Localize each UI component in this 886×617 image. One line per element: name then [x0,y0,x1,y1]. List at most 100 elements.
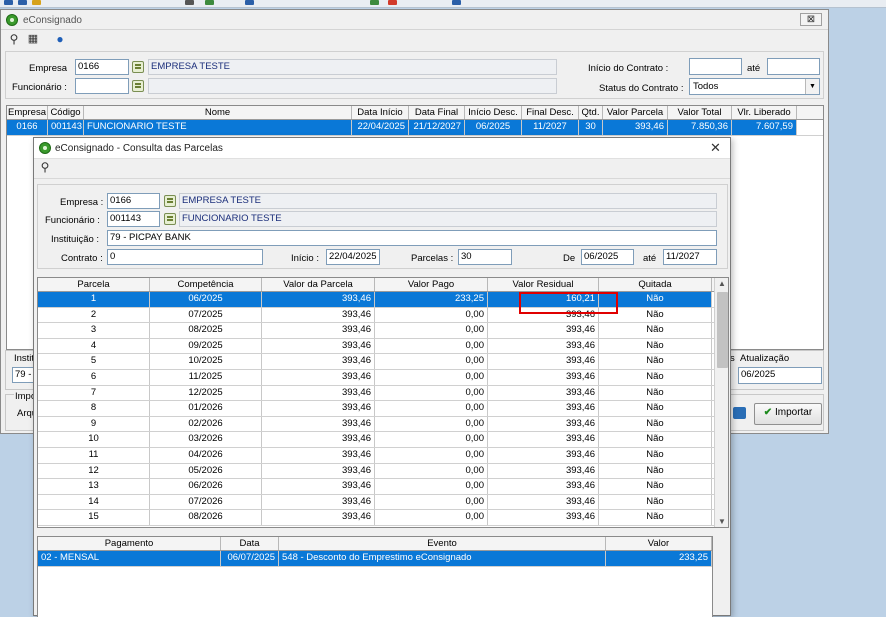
column-header[interactable]: Evento [279,537,606,550]
de-input[interactable]: 06/2025 [581,249,634,265]
column-header[interactable]: Valor Pago [375,278,488,291]
column-header[interactable]: Valor da Parcela [262,278,375,291]
table-cell: 2 [38,307,150,323]
table-row[interactable]: 13 06/2026 393,46 0,00 393,46 Não [38,479,728,495]
contrato-input[interactable]: 0 [107,249,263,265]
ate-input[interactable]: 11/2027 [663,249,717,265]
status-contrato-value: Todos [693,81,719,92]
toolbar-icon[interactable] [452,0,461,5]
inicio-contrato-input[interactable] [689,58,742,75]
folder-icon[interactable] [733,407,746,419]
table-row[interactable]: 1 06/2025 393,46 233,25 160,21 Não [38,292,728,308]
table-cell: 11/2027 [522,120,579,135]
table-cell: Não [599,338,712,354]
column-header[interactable]: Vlr. Liberado [732,106,797,119]
lookup-icon[interactable] [164,195,176,207]
table-cell: 393,46 [488,401,599,416]
fim-contrato-input[interactable] [767,58,820,75]
table-cell: 04/2026 [150,447,262,463]
lookup-icon[interactable] [164,213,176,225]
status-contrato-select[interactable]: Todos ▼ [689,78,820,95]
table-row[interactable]: 5 10/2025 393,46 0,00 393,46 Não [38,354,728,370]
column-header[interactable]: Parcela [38,278,150,291]
column-header[interactable]: Nome [84,106,352,119]
table-cell: 3 [38,323,150,338]
column-header[interactable]: Quitada [599,278,712,291]
check-icon: ✔ [763,407,773,418]
table-cell: Não [599,432,712,447]
table-row[interactable]: 02 - MENSAL 06/07/2025 548 - Desconto do E… [38,551,712,567]
table-row[interactable]: 6 11/2025 393,46 0,00 393,46 Não [38,369,728,386]
valor-residual-highlight [519,292,618,314]
column-header[interactable]: Competência [150,278,262,291]
toolbar-icon[interactable] [388,0,397,5]
scrollbar-thumb[interactable] [717,292,728,368]
search-icon[interactable]: ⚲ [7,32,21,46]
lookup-icon[interactable] [132,80,144,92]
table-row[interactable]: 7 12/2025 393,46 0,00 393,46 Não [38,385,728,402]
column-header[interactable]: Valor Parcela [603,106,668,119]
close-icon[interactable]: ⊠ [800,13,822,26]
table-row[interactable]: 11 04/2026 393,46 0,00 393,46 Não [38,447,728,464]
table-cell: Não [599,369,712,385]
column-header[interactable]: Valor Total [668,106,732,119]
search-icon[interactable]: ⚲ [38,160,52,174]
inicio-input[interactable]: 22/04/2025 [326,249,380,265]
column-header[interactable]: Data Início [352,106,409,119]
column-header[interactable]: Data Final [409,106,465,119]
toolbar-icon[interactable] [185,0,194,5]
column-header[interactable]: Início Desc. [465,106,522,119]
toolbar-icon[interactable] [32,0,41,5]
table-row[interactable]: 8 01/2026 393,46 0,00 393,46 Não [38,401,728,417]
funcionario-code-input[interactable] [75,78,129,94]
toolbar-icon[interactable] [245,0,254,5]
table-cell: Não [599,323,712,338]
instituicao-label: Instituição : [51,234,100,245]
grid-view-icon[interactable]: ▦ [26,32,40,46]
chevron-up-icon[interactable]: ▲ [718,279,726,288]
column-header[interactable]: Final Desc. [522,106,579,119]
table-row[interactable]: 4 09/2025 393,46 0,00 393,46 Não [38,338,728,355]
table-row[interactable]: 2 07/2025 393,46 0,00 393,46 Não [38,307,728,324]
table-row[interactable]: 3 08/2025 393,46 0,00 393,46 Não [38,323,728,339]
table-cell: 393,46 [262,338,375,354]
parcelas-scrollbar[interactable]: ▲ ▼ [714,278,728,527]
close-icon[interactable]: ✕ [710,140,721,156]
table-cell: 13 [38,479,150,494]
column-header[interactable]: Data [221,537,279,550]
table-cell: 0,00 [375,416,488,432]
table-row[interactable]: 12 05/2026 393,46 0,00 393,46 Não [38,463,728,480]
atualizacao-input[interactable]: 06/2025 [738,367,822,384]
table-row[interactable]: 9 02/2026 393,46 0,00 393,46 Não [38,416,728,433]
pagamentos-grid: Pagamento Data Evento Valor 02 - MENSAL 06/0… [37,536,713,617]
funcionario-code-input[interactable]: 001143 [107,211,160,227]
table-row[interactable]: 10 03/2026 393,46 0,00 393,46 Não [38,432,728,448]
table-cell: 393,46 [262,432,375,447]
table-row[interactable]: 15 08/2026 393,46 0,00 393,46 Não [38,510,728,526]
toolbar-icon[interactable] [4,0,13,5]
chevron-down-icon[interactable]: ▼ [805,79,819,94]
toolbar-icon[interactable] [18,0,27,5]
instituicao-input[interactable]: 79 - PICPAY BANK [107,230,717,246]
lookup-icon[interactable] [132,61,144,73]
column-header[interactable]: Código [48,106,84,119]
table-cell: 393,46 [262,385,375,401]
column-header[interactable]: Qtd. [579,106,603,119]
globe-icon[interactable]: ● [53,32,67,46]
table-cell: 06/2026 [150,479,262,494]
importar-button[interactable]: ✔ Importar [754,403,822,425]
empresa-code-input[interactable]: 0166 [107,193,160,209]
column-header[interactable]: Pagamento [38,537,221,550]
column-header[interactable]: Empresa [7,106,48,119]
toolbar-icon[interactable] [370,0,379,5]
app-icon [39,142,51,154]
table-cell: 02 - MENSAL [38,551,221,566]
chevron-down-icon[interactable]: ▼ [718,517,726,526]
parcelas-input[interactable]: 30 [458,249,512,265]
toolbar-icon[interactable] [205,0,214,5]
table-row[interactable]: 0166 001143 FUNCIONARIO TESTE 22/04/2025 21/… [7,120,823,136]
table-row[interactable]: 14 07/2026 393,46 0,00 393,46 Não [38,494,728,511]
empresa-code-input[interactable]: 0166 [75,59,129,75]
column-header[interactable]: Valor [606,537,712,550]
column-header[interactable]: Valor Residual [488,278,599,291]
